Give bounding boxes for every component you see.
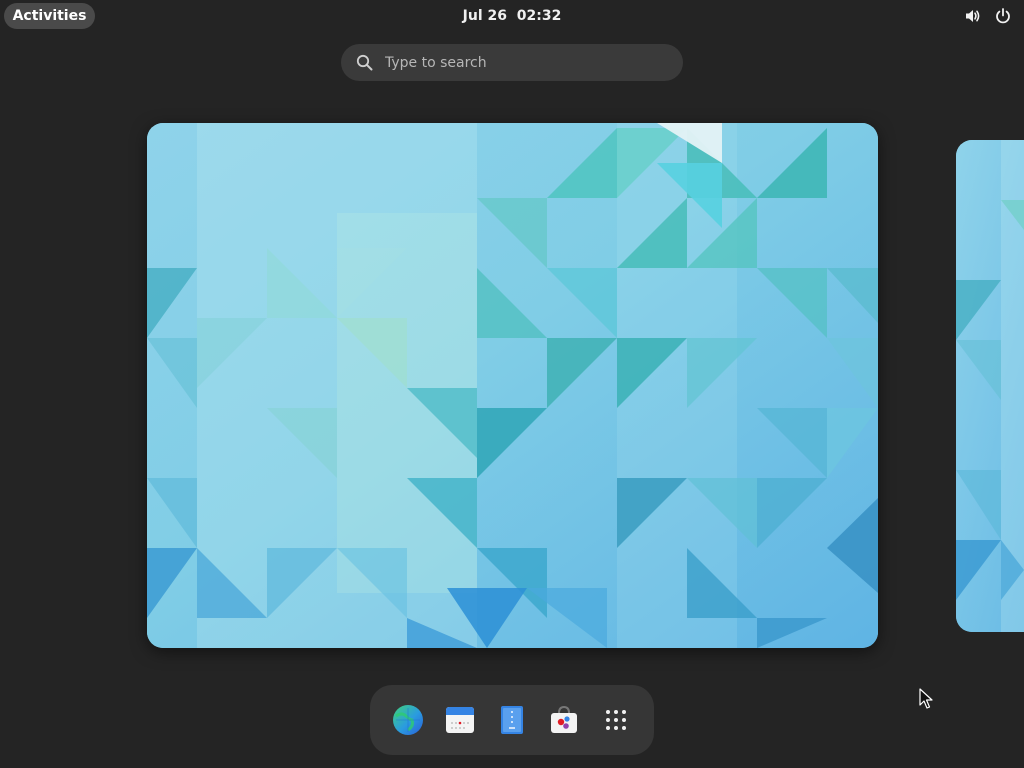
dash-item-text-editor[interactable] <box>493 701 531 739</box>
clock-time: 02:32 <box>516 8 562 24</box>
clock-button[interactable]: Jul 26 02:32 <box>432 0 592 32</box>
mouse-pointer-icon <box>919 688 933 709</box>
show-apps-button[interactable] <box>597 701 635 739</box>
volume-icon <box>966 10 980 22</box>
web-browser-icon <box>393 705 423 735</box>
overview-screen: Activities Jul 26 02:32 <box>0 0 1024 768</box>
power-icon <box>996 8 1010 24</box>
wallpaper-image <box>147 123 878 648</box>
activities-button[interactable]: Activities <box>4 3 95 29</box>
wallpaper-image-next <box>956 140 1024 632</box>
calendar-icon <box>446 707 474 733</box>
search-entry[interactable] <box>341 44 683 81</box>
software-center-icon <box>551 705 577 733</box>
top-panel: Activities Jul 26 02:32 <box>0 0 1024 32</box>
search-icon <box>356 54 373 71</box>
dash-item-calendar[interactable] <box>441 701 479 739</box>
workspace-thumbnail-next[interactable] <box>956 140 1024 632</box>
clock-date: Jul 26 <box>462 8 507 24</box>
show-apps-icon <box>606 710 626 730</box>
dash-item-web-browser[interactable] <box>389 701 427 739</box>
text-editor-icon <box>501 706 523 734</box>
system-status-area[interactable] <box>964 7 1012 25</box>
dash <box>370 685 654 755</box>
dash-item-software[interactable] <box>545 701 583 739</box>
workspace-thumbnail-active[interactable] <box>147 123 878 648</box>
search-input[interactable] <box>381 44 669 81</box>
